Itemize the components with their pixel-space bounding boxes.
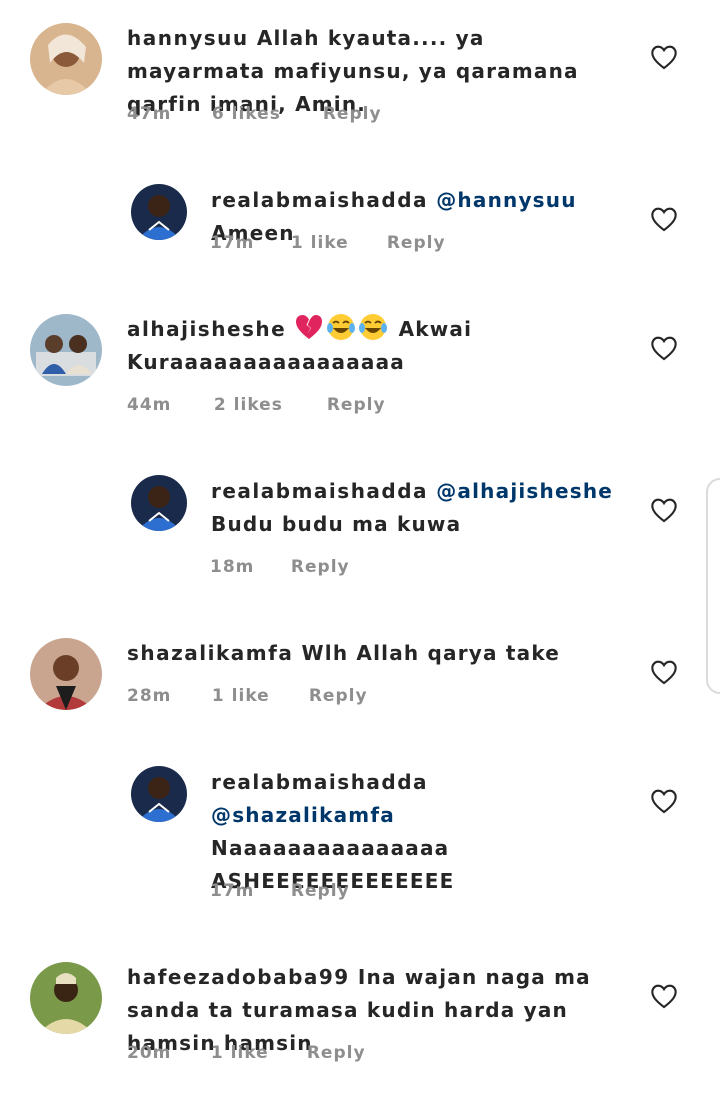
comment-mention[interactable]: @alhajisheshe — [436, 479, 613, 503]
comment-time: 47m — [127, 104, 172, 124]
comment-time: 18m — [210, 557, 255, 577]
comment-likes[interactable]: 1 like — [212, 686, 302, 706]
comment-mention[interactable]: @shazalikamfa — [211, 803, 395, 827]
comment-time: 17m — [210, 881, 255, 901]
comment-likes[interactable]: 1 like — [211, 1043, 300, 1063]
heart-icon[interactable] — [650, 659, 678, 685]
heart-icon[interactable] — [650, 206, 678, 232]
avatar[interactable] — [131, 766, 187, 822]
avatar[interactable] — [131, 475, 187, 531]
reply-button[interactable]: Reply — [387, 233, 446, 253]
heart-icon[interactable] — [650, 44, 678, 70]
comment-likes[interactable]: 2 likes — [214, 395, 320, 415]
comment-username[interactable]: realabmaishadda — [211, 479, 428, 503]
broken-heart-emoji — [294, 312, 324, 342]
side-panel-edge[interactable] — [706, 478, 720, 694]
comment-username[interactable]: hannysuu — [127, 26, 249, 50]
comment-username[interactable]: alhajisheshe — [127, 317, 286, 341]
joy-emoji — [358, 312, 388, 342]
avatar[interactable] — [30, 638, 102, 710]
comment-text: Wlh Allah qarya take — [301, 641, 561, 665]
comment-text: Budu budu ma kuwa — [211, 512, 462, 536]
avatar[interactable] — [30, 962, 102, 1034]
comment-time: 17m — [210, 233, 255, 253]
comment-username[interactable]: realabmaishadda — [211, 770, 428, 794]
comment-time: 44m — [127, 395, 172, 415]
comment-username[interactable]: shazalikamfa — [127, 641, 293, 665]
avatar[interactable] — [30, 314, 102, 386]
joy-emoji — [326, 312, 356, 342]
comment-likes[interactable]: 6 likes — [212, 104, 316, 124]
reply-button[interactable]: Reply — [291, 881, 350, 901]
comment-time: 20m — [127, 1043, 172, 1063]
comment-likes[interactable]: 1 like — [291, 233, 380, 253]
reply-button[interactable]: Reply — [323, 104, 382, 124]
avatar[interactable] — [30, 23, 102, 95]
reply-button[interactable]: Reply — [307, 1043, 366, 1063]
reply-button[interactable]: Reply — [327, 395, 386, 415]
reply-button[interactable]: Reply — [309, 686, 368, 706]
comment-username[interactable]: realabmaishadda — [211, 188, 428, 212]
reply-button[interactable]: Reply — [291, 557, 350, 577]
heart-icon[interactable] — [650, 788, 678, 814]
heart-icon[interactable] — [650, 497, 678, 523]
comment-username[interactable]: hafeezadobaba99 — [127, 965, 350, 989]
heart-icon[interactable] — [650, 983, 678, 1009]
heart-icon[interactable] — [650, 335, 678, 361]
comment-mention[interactable]: @hannysuu — [436, 188, 576, 212]
comment-time: 28m — [127, 686, 172, 706]
avatar[interactable] — [131, 184, 187, 240]
